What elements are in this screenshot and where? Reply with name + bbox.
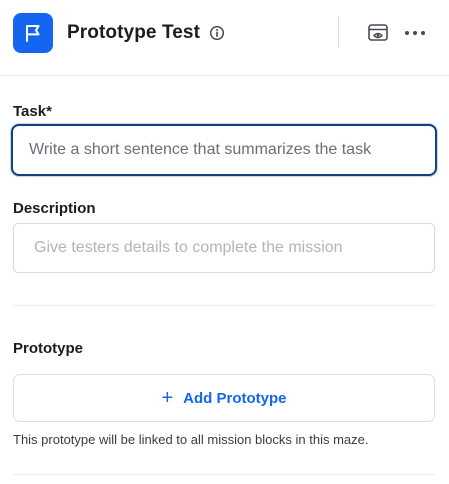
flag-icon [26,25,40,42]
prototype-label: Prototype [13,340,84,357]
block-type-badge [13,13,53,53]
add-prototype-label: Add Prototype [183,389,287,407]
block-header: Prototype Test [0,0,449,76]
preview-icon[interactable] [367,22,389,44]
task-label: Task* [13,103,52,120]
task-input[interactable] [11,124,437,176]
block-title: Prototype Test [67,22,201,43]
bottom-divider [13,474,435,475]
add-prototype-button[interactable]: + Add Prototype [13,374,435,422]
description-input[interactable] [13,223,435,273]
more-icon[interactable] [403,26,427,40]
plus-icon: + [161,387,174,409]
section-divider [13,305,435,306]
info-icon[interactable] [209,25,225,41]
header-divider [338,16,339,48]
description-label: Description [13,200,96,217]
prototype-helper-text: This prototype will be linked to all mis… [13,432,369,447]
